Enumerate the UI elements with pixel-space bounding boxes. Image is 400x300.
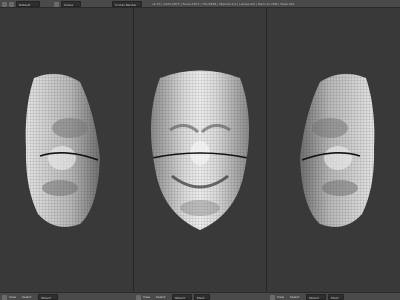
object-mode-select[interactable]: Object: [306, 294, 326, 300]
view-menu[interactable]: View: [277, 294, 289, 300]
pivot-select[interactable]: Pivot: [194, 294, 210, 300]
screen-layout-field[interactable]: Default: [16, 1, 40, 7]
scene-icon[interactable]: [54, 1, 59, 7]
right-view-pane[interactable]: [267, 8, 400, 292]
view-menu[interactable]: View: [9, 294, 21, 300]
info-editor-icon[interactable]: [2, 1, 7, 7]
info-header: Default Scene Cycles Render v2.70 | Vert…: [0, 0, 400, 8]
render-engine-select[interactable]: Cycles Render: [112, 1, 142, 7]
left-view-pane[interactable]: [0, 8, 133, 292]
view-menu[interactable]: View: [143, 294, 155, 300]
editor-type-icon[interactable]: [270, 294, 275, 300]
scene-field[interactable]: Scene: [61, 1, 81, 7]
screen-layout-icon[interactable]: [9, 1, 14, 7]
editor-type-icon[interactable]: [2, 294, 7, 300]
object-mode-select[interactable]: Object: [172, 294, 192, 300]
editor-type-icon[interactable]: [136, 294, 141, 300]
front-view-pane[interactable]: [134, 8, 266, 292]
select-menu[interactable]: Select: [22, 294, 36, 300]
object-mode-select[interactable]: Object: [38, 294, 58, 300]
3d-viewport-area[interactable]: [0, 8, 400, 292]
scene-stats: v2.70 | Verts:2873 | Faces:2871 | Tris:5…: [152, 2, 295, 6]
select-menu[interactable]: Select: [290, 294, 304, 300]
viewport-headers: View Select Object View Select Object Pi…: [0, 292, 400, 300]
select-menu[interactable]: Select: [156, 294, 170, 300]
pivot-select[interactable]: Pivot: [328, 294, 344, 300]
